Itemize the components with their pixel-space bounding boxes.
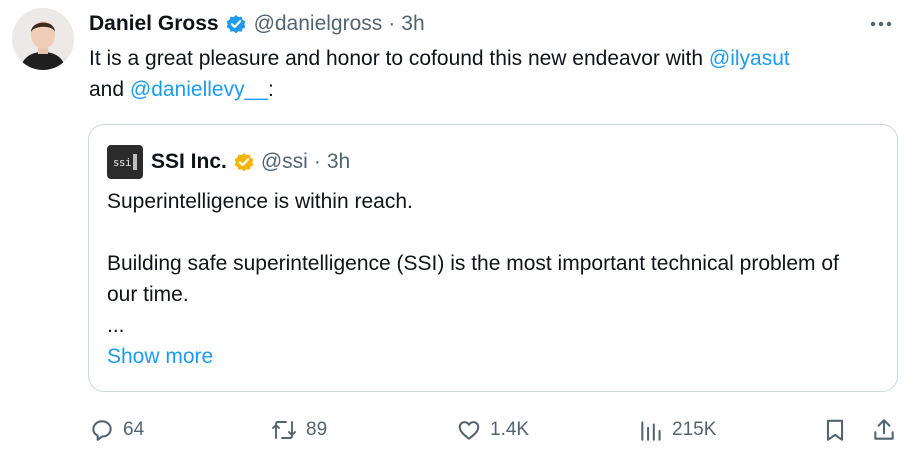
mention-link[interactable]: @ilyasut bbox=[709, 47, 790, 70]
tweet-text-part: : bbox=[267, 78, 274, 101]
quoted-author-handle[interactable]: @ssi bbox=[261, 150, 308, 174]
mention-link[interactable]: @daniellevy__ bbox=[130, 78, 268, 101]
like-button[interactable]: 1.4K bbox=[456, 410, 529, 450]
reply-count: 64 bbox=[123, 419, 145, 440]
quoted-tweet-header: ssi SSI Inc. @ssi · 3h bbox=[107, 145, 350, 179]
reply-button[interactable]: 64 bbox=[89, 410, 144, 450]
quoted-text-line: Superintelligence is within reach. bbox=[107, 190, 413, 213]
tweet-header: Daniel Gross @danielgross · 3h bbox=[89, 10, 425, 38]
tweet-text: It is a great pleasure and honor to cofo… bbox=[89, 43, 904, 105]
author-name[interactable]: Daniel Gross bbox=[89, 12, 219, 36]
separator-dot: · bbox=[313, 150, 321, 173]
more-icon bbox=[869, 15, 893, 33]
logo-text: ssi bbox=[112, 155, 132, 169]
views-button[interactable]: 215K bbox=[638, 410, 716, 450]
repost-button[interactable]: 89 bbox=[270, 410, 327, 450]
tweet-text-part: It is a great pleasure and honor to cofo… bbox=[89, 47, 709, 70]
quoted-author-avatar[interactable]: ssi bbox=[107, 145, 143, 179]
verified-badge-icon bbox=[225, 13, 247, 35]
bookmark-button[interactable] bbox=[822, 410, 848, 450]
heart-icon bbox=[456, 417, 482, 443]
reply-icon bbox=[89, 417, 115, 443]
separator-dot: · bbox=[388, 12, 396, 35]
share-button[interactable] bbox=[871, 410, 897, 450]
quoted-text-ellipsis: ... bbox=[107, 314, 125, 337]
more-options-button[interactable] bbox=[868, 12, 894, 36]
tweet-time[interactable]: 3h bbox=[401, 12, 424, 36]
views-icon bbox=[638, 417, 664, 443]
like-count: 1.4K bbox=[490, 419, 530, 440]
show-more-link[interactable]: Show more bbox=[107, 341, 867, 372]
quoted-tweet-time[interactable]: 3h bbox=[327, 150, 350, 174]
author-handle[interactable]: @danielgross bbox=[254, 12, 383, 36]
quoted-author-name[interactable]: SSI Inc. bbox=[151, 150, 227, 174]
share-icon bbox=[871, 417, 897, 443]
bookmark-icon bbox=[822, 417, 848, 443]
repost-icon bbox=[270, 417, 298, 443]
views-count: 215K bbox=[672, 419, 717, 440]
tweet-actions: 64 89 1.4K 215K bbox=[0, 410, 916, 450]
gold-verified-badge-icon bbox=[233, 151, 255, 173]
author-avatar[interactable] bbox=[12, 8, 74, 70]
quoted-tweet[interactable]: ssi SSI Inc. @ssi · 3h Superintelligence… bbox=[88, 124, 898, 392]
repost-count: 89 bbox=[306, 419, 328, 440]
quoted-tweet-text: Superintelligence is within reach. Build… bbox=[107, 186, 867, 372]
quoted-text-line: Building safe superintelligence (SSI) is… bbox=[107, 252, 839, 306]
tweet-text-part: and bbox=[89, 78, 130, 101]
